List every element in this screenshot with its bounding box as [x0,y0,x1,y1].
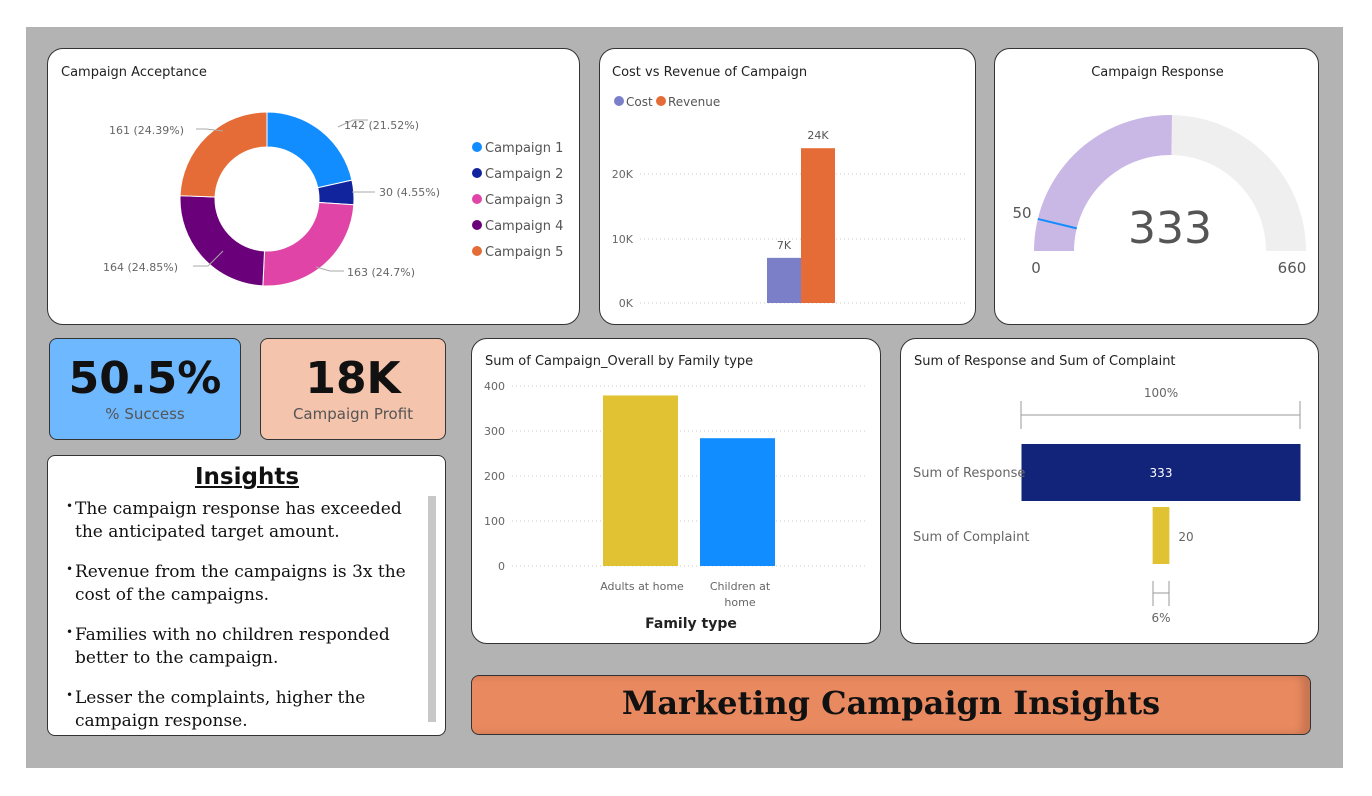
legend-campaign-1[interactable]: Campaign 1 [485,141,563,156]
y-tick-300: 300 [484,425,505,438]
legend-marker-campaign-4 [472,220,482,230]
legend-revenue[interactable]: Revenue [668,95,720,109]
insights-title: Insights [194,464,300,490]
campaign-response-card[interactable]: Campaign Response 333 0 660 50 [994,48,1319,325]
insight-item: • The campaign response has exceeded the… [66,498,426,544]
revenue-bar[interactable] [801,148,835,303]
bullet-icon: • [66,625,74,639]
family-type-card[interactable]: Sum of Campaign_Overall by Family type 4… [471,338,881,644]
adults-at-home-bar[interactable] [603,395,678,566]
x-tick-children-line2: home [724,596,755,609]
complaint-value: 20 [1178,530,1193,544]
profit-kpi-card[interactable]: 18K Campaign Profit [260,338,446,440]
donut-slice-campaign-3[interactable] [262,201,355,287]
legend-cost[interactable]: Cost [626,95,653,109]
insights-card[interactable]: Insights • The campaign response has exc… [47,455,446,736]
legend-marker-campaign-5 [472,246,482,256]
legend-campaign-5[interactable]: Campaign 5 [485,245,563,260]
x-tick-adults: Adults at home [600,580,684,593]
complaint-row-label: Sum of Complaint [913,530,1029,545]
response-value: 333 [1150,466,1173,480]
y-tick-10k: 10K [612,233,634,246]
slice-label-campaign-4: 164 (24.85%) [103,261,178,274]
slice-label-campaign-1: 142 (21.52%) [344,119,419,132]
legend-marker-campaign-3 [472,194,482,204]
slice-label-campaign-2: 30 (4.55%) [379,186,440,199]
response-complaint-funnel: 100% 333 Sum of Response 20 Sum of Compl… [913,386,1301,625]
legend-marker-campaign-1 [472,142,482,152]
legend-marker-revenue [656,96,666,106]
success-value: 50.5% [68,353,222,404]
profit-value: 18K [305,353,401,404]
campaign-acceptance-card[interactable]: Campaign Acceptance 142 (21.52%) 30 (4.5… [47,48,580,325]
acceptance-donut-chart: 142 (21.52%) 30 (4.55%) 163 (24.7%) 164 … [103,111,563,287]
cost-data-label: 7K [777,239,792,252]
y-tick-0k: 0K [619,297,634,310]
cost-revenue-card[interactable]: Cost vs Revenue of Campaign Cost Revenue… [599,48,976,325]
legend-campaign-4[interactable]: Campaign 4 [485,219,563,234]
bullet-icon: • [66,688,74,702]
legend-campaign-2[interactable]: Campaign 2 [485,167,563,182]
y-tick-20k: 20K [612,168,634,181]
x-tick-children-line1: Children at [710,580,771,593]
legend-marker-cost [614,96,624,106]
family-type-chart: 400 300 200 100 0 Adults at home Childre… [484,380,868,632]
y-tick-200: 200 [484,470,505,483]
insight-item: • Families with no children responded be… [66,624,426,670]
profit-label: Campaign Profit [292,405,414,423]
bullet-icon: • [66,562,74,576]
funnel-bottom-percent: 6% [1151,611,1170,625]
response-row-label: Sum of Response [913,466,1025,481]
success-label: % Success [105,405,185,423]
slice-label-campaign-3: 163 (24.7%) [347,266,415,279]
children-at-home-bar[interactable] [700,438,775,566]
gauge-target-label: 50 [1012,204,1031,222]
y-tick-0: 0 [498,560,505,573]
donut-slice-campaign-1[interactable] [266,111,353,189]
gauge-min-label: 0 [1031,259,1041,277]
gauge-max-label: 660 [1278,259,1307,277]
revenue-data-label: 24K [807,129,829,142]
y-tick-100: 100 [484,515,505,528]
success-kpi-card[interactable]: 50.5% % Success [49,338,241,440]
donut-slice-campaign-4[interactable] [179,195,266,287]
response-gauge: 333 0 660 50 [1012,114,1307,277]
bullet-icon: • [66,499,74,513]
donut-slice-campaign-5[interactable] [179,111,268,198]
legend-marker-campaign-2 [472,168,482,178]
cost-revenue-chart: Cost Revenue 20K 10K 0K 7K 24K [612,95,965,310]
x-axis-title: Family type [645,616,737,632]
insight-item: • Lesser the complaints, higher the camp… [66,687,426,733]
response-complaint-card[interactable]: Sum of Response and Sum of Complaint 100… [900,338,1319,644]
slice-label-campaign-5: 161 (24.39%) [109,124,184,137]
cost-bar[interactable] [767,257,801,303]
gauge-value: 333 [1128,203,1212,254]
insights-scrollbar[interactable] [428,496,436,722]
insight-item: • Revenue from the campaigns is 3x the c… [66,561,426,607]
y-tick-400: 400 [484,380,505,393]
legend-campaign-3[interactable]: Campaign 3 [485,193,563,208]
funnel-top-percent: 100% [1144,386,1178,400]
complaint-bar[interactable] [1152,507,1170,564]
dashboard-title-banner: Marketing Campaign Insights [471,675,1311,735]
